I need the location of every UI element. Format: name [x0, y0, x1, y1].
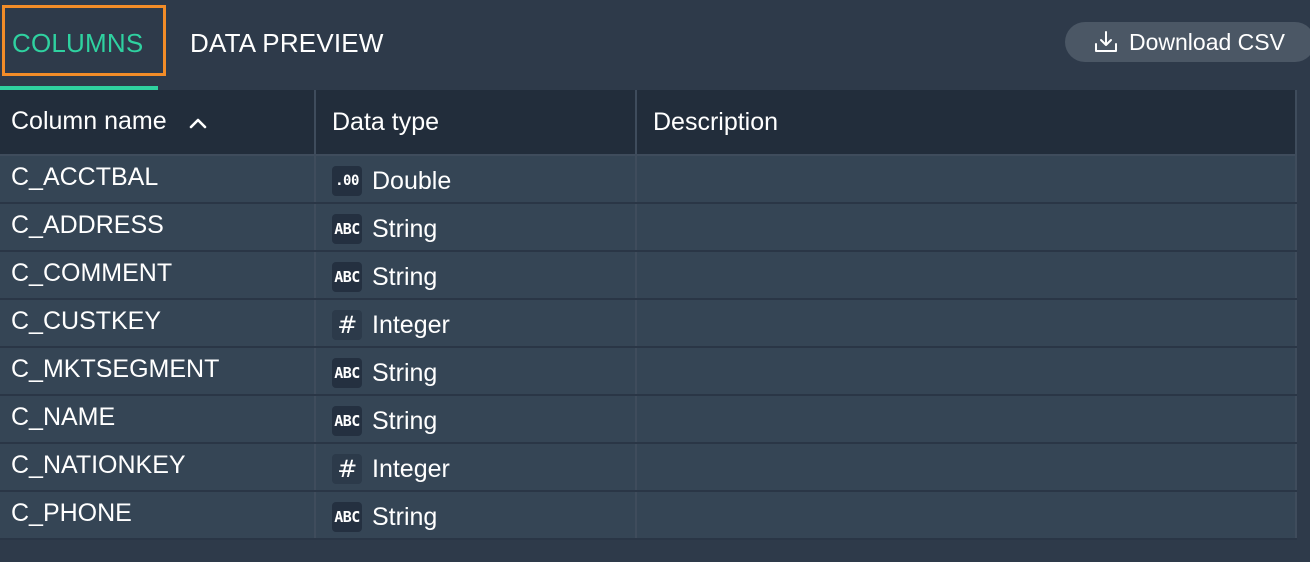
- description-cell[interactable]: [636, 251, 1297, 300]
- string-type-icon: ABC: [332, 358, 362, 388]
- top-bar: COLUMNS DATA PREVIEW Download CSV: [0, 0, 1310, 90]
- data-type-header[interactable]: Data type: [315, 90, 637, 156]
- data-type-label: Integer: [372, 454, 450, 483]
- download-icon: [1093, 29, 1119, 55]
- column-name-cell: C_ADDRESS: [0, 203, 316, 252]
- download-csv-label: Download CSV: [1129, 28, 1285, 55]
- string-type-icon: ABC: [332, 406, 362, 436]
- table-row[interactable]: C_CUSTKEY # Integer: [0, 299, 1297, 348]
- table-row[interactable]: C_NAME ABC String: [0, 395, 1297, 444]
- data-type-cell: ABC String: [315, 251, 637, 300]
- column-name-cell: C_NAME: [0, 395, 316, 444]
- data-type-cell: ABC String: [315, 395, 637, 444]
- column-name-cell: C_ACCTBAL: [0, 155, 316, 204]
- data-type-cell: # Integer: [315, 443, 637, 492]
- double-type-icon: .00: [332, 166, 362, 196]
- data-type-label: Integer: [372, 310, 450, 339]
- data-type-label: String: [372, 406, 438, 435]
- description-header-label: Description: [653, 107, 779, 136]
- column-name: C_MKTSEGMENT: [11, 354, 220, 383]
- string-type-icon: ABC: [332, 262, 362, 292]
- data-type-label: Double: [372, 166, 452, 195]
- description-cell[interactable]: [636, 155, 1297, 204]
- column-name-header-label: Column name: [11, 107, 167, 136]
- string-type-icon: ABC: [332, 214, 362, 244]
- description-cell[interactable]: [636, 491, 1297, 540]
- table-row[interactable]: C_ACCTBAL .00 Double: [0, 155, 1297, 204]
- data-type-cell: # Integer: [315, 299, 637, 348]
- string-type-icon: ABC: [332, 502, 362, 532]
- column-name: C_CUSTKEY: [11, 306, 162, 335]
- tab-data-preview-label: DATA PREVIEW: [190, 28, 384, 58]
- data-type-cell: ABC String: [315, 203, 637, 252]
- table-row[interactable]: C_COMMENT ABC String: [0, 251, 1297, 300]
- table-header-row: Column name Data type Description: [0, 90, 1297, 156]
- column-name-header[interactable]: Column name: [0, 90, 316, 156]
- data-type-label: String: [372, 358, 438, 387]
- table-row[interactable]: C_ADDRESS ABC String: [0, 203, 1297, 252]
- description-cell[interactable]: [636, 203, 1297, 252]
- data-type-label: String: [372, 502, 438, 531]
- column-name: C_ACCTBAL: [11, 162, 159, 191]
- data-type-cell: .00 Double: [315, 155, 637, 204]
- column-name: C_ADDRESS: [11, 210, 164, 239]
- description-header[interactable]: Description: [636, 90, 1297, 156]
- tab-columns[interactable]: COLUMNS: [0, 0, 158, 90]
- column-name-cell: C_CUSTKEY: [0, 299, 316, 348]
- column-name-cell: C_PHONE: [0, 491, 316, 540]
- table-row[interactable]: C_NATIONKEY # Integer: [0, 443, 1297, 492]
- sort-ascending-icon[interactable]: [188, 108, 208, 137]
- description-cell[interactable]: [636, 299, 1297, 348]
- integer-type-icon: #: [332, 310, 362, 340]
- columns-table: Column name Data type Description C_ACCT…: [0, 90, 1297, 540]
- table-row[interactable]: C_PHONE ABC String: [0, 491, 1297, 540]
- data-type-header-label: Data type: [332, 107, 440, 136]
- data-type-cell: ABC String: [315, 347, 637, 396]
- column-name-cell: C_COMMENT: [0, 251, 316, 300]
- integer-type-icon: #: [332, 454, 362, 484]
- column-name: C_PHONE: [11, 498, 132, 527]
- data-type-cell: ABC String: [315, 491, 637, 540]
- download-csv-button[interactable]: Download CSV: [1065, 22, 1310, 62]
- column-name-cell: C_MKTSEGMENT: [0, 347, 316, 396]
- data-type-label: String: [372, 262, 438, 291]
- description-cell[interactable]: [636, 395, 1297, 444]
- description-cell[interactable]: [636, 347, 1297, 396]
- column-name: C_NAME: [11, 402, 116, 431]
- column-name: C_COMMENT: [11, 258, 173, 287]
- data-type-label: String: [372, 214, 438, 243]
- column-name: C_NATIONKEY: [11, 450, 186, 479]
- column-name-cell: C_NATIONKEY: [0, 443, 316, 492]
- table-row[interactable]: C_MKTSEGMENT ABC String: [0, 347, 1297, 396]
- description-cell[interactable]: [636, 443, 1297, 492]
- tab-columns-label: COLUMNS: [12, 28, 144, 58]
